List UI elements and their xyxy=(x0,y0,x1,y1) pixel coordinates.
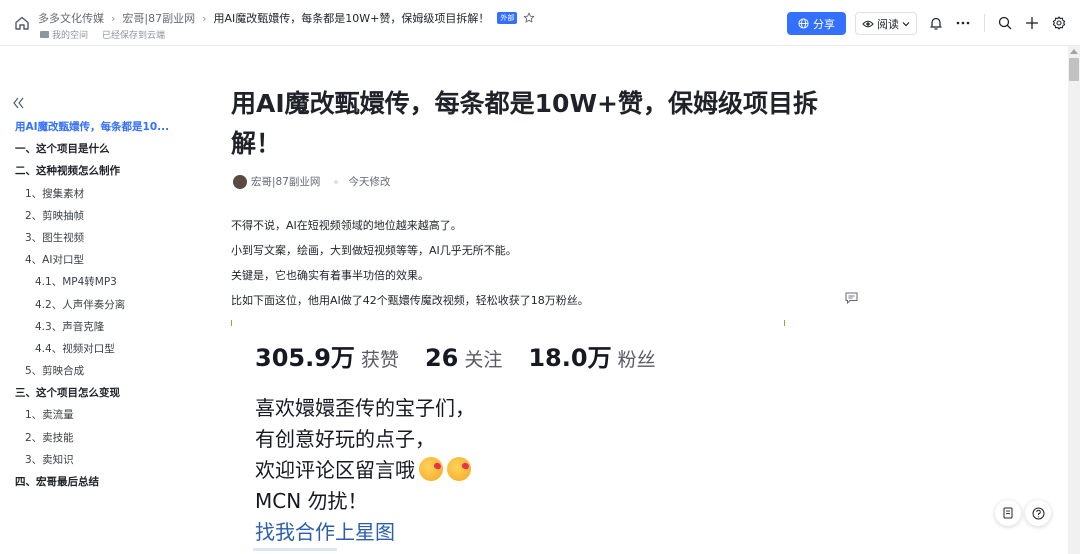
paragraph: 小到写文案，绘画，大到做短视频等等，AI几乎无所不能。 xyxy=(231,244,517,257)
toolbar-divider xyxy=(984,14,985,32)
toc-item[interactable]: 3、卖知识 xyxy=(0,449,190,471)
chevron-right-icon: › xyxy=(111,11,116,25)
toc-item[interactable]: 4、AI对口型 xyxy=(0,249,190,271)
breadcrumb-item-doc[interactable]: 用AI魔改甄嬛传，每条都是10W+赞，保姆级项目拆解！ xyxy=(214,10,490,26)
share-button-label: 分享 xyxy=(813,17,835,31)
meta-divider xyxy=(334,179,339,184)
table-of-contents: 用AI魔改甄嬛传，每条都是10... 一、这个项目是什么 二、这种视频怎么制作 1、搜… xyxy=(0,116,190,493)
breadcrumb-item-space[interactable]: 宏哥|87副业网 xyxy=(122,10,195,26)
image-resize-handle[interactable] xyxy=(231,320,232,326)
bio-line: 喜欢嬛嬛歪传的宝子们， xyxy=(255,396,475,420)
toc-item[interactable]: 4.4、视频对口型 xyxy=(0,338,190,360)
author-name[interactable]: 宏哥|87副业网 xyxy=(251,174,320,189)
doc-title: 用AI魔改甄嬛传，每条都是10W+赞，保姆级项目拆解！ xyxy=(231,89,818,158)
my-space-link[interactable]: 我的空间 xyxy=(52,28,88,41)
question-mark-icon xyxy=(1032,507,1044,519)
save-status: 已经保存到云端 xyxy=(102,31,166,41)
breadcrumb-item-org[interactable]: 多多文化传媒 xyxy=(38,10,104,26)
comment-icon[interactable] xyxy=(845,292,858,304)
likes-count: 305.9万 xyxy=(255,344,355,372)
toc-item[interactable]: 用AI魔改甄嬛传，每条都是10... xyxy=(0,116,190,138)
toc-item[interactable]: 4.3、声音克隆 xyxy=(0,316,190,338)
sub-breadcrumb: 我的空间 已经保存到云端 xyxy=(40,28,165,41)
settings-icon[interactable] xyxy=(1051,15,1067,31)
bio-link: 找我合作上星图 xyxy=(255,520,395,544)
following-count: 26 xyxy=(424,344,459,372)
breadcrumb: 多多文化传媒 › 宏哥|87副业网 › 用AI魔改甄嬛传，每条都是10W+赞，保… xyxy=(38,10,535,26)
toc-item[interactable]: 2、剪映抽帧 xyxy=(0,205,190,227)
scroll-up-arrow-icon[interactable] xyxy=(1070,49,1078,54)
avatar[interactable] xyxy=(233,174,247,189)
toc-item[interactable]: 一、这个项目是什么 xyxy=(0,138,190,160)
divider xyxy=(253,548,337,551)
toc-item[interactable]: 三、这个项目怎么变现 xyxy=(0,382,190,404)
bio-line-text: 欢迎评论区留言哦 xyxy=(255,458,415,482)
plus-icon[interactable] xyxy=(1024,15,1040,31)
toc-item[interactable]: 二、这种视频怎么制作 xyxy=(0,160,190,182)
chevron-right-icon: › xyxy=(202,11,207,25)
read-mode-dropdown[interactable]: 阅读 xyxy=(855,12,917,35)
bio-line: MCN 勿扰！ xyxy=(255,489,368,513)
kiss-emoji-icon xyxy=(447,457,471,481)
toc-item[interactable]: 1、卖流量 xyxy=(0,404,190,426)
top-bar: 多多文化传媒 › 宏哥|87副业网 › 用AI魔改甄嬛传，每条都是10W+赞，保… xyxy=(0,0,1080,46)
toc-item[interactable]: 1、搜集素材 xyxy=(0,183,190,205)
read-mode-label: 阅读 xyxy=(877,17,899,31)
bell-icon[interactable] xyxy=(928,15,944,31)
search-icon[interactable] xyxy=(997,15,1013,31)
collapse-sidebar-icon[interactable] xyxy=(12,96,26,110)
doc-outline-button[interactable] xyxy=(995,500,1021,526)
paragraph: 比如下面这位，他用AI做了42个甄嬛传魔改视频，轻松收获了18万粉丝。 xyxy=(231,294,589,307)
globe-icon xyxy=(798,18,809,29)
toc-item[interactable]: 3、图生视频 xyxy=(0,227,190,249)
profile-stats: 305.9万 获赞 26 关注 18.0万 粉丝 xyxy=(255,338,682,373)
toc-item[interactable]: 4.1、MP4转MP3 xyxy=(0,271,190,293)
author-row: 宏哥|87副业网 今天修改 xyxy=(233,174,390,189)
bio-line: 欢迎评论区留言哦 xyxy=(255,454,471,483)
toc-item[interactable]: 5、剪映合成 xyxy=(0,360,190,382)
followers-count: 18.0万 xyxy=(528,344,612,372)
modified-time: 今天修改 xyxy=(348,176,391,188)
document-icon xyxy=(1003,507,1013,519)
scrollbar-thumb[interactable] xyxy=(1069,58,1079,81)
help-button[interactable] xyxy=(1025,500,1051,526)
external-badge: 外部 xyxy=(497,12,518,24)
embedded-profile-screenshot[interactable]: 305.9万 获赞 26 关注 18.0万 粉丝 喜欢嬛嬛歪传的宝子们， 有创意… xyxy=(240,326,785,554)
more-icon[interactable] xyxy=(955,15,971,31)
star-icon[interactable] xyxy=(523,12,535,24)
toc-item[interactable]: 四、宏哥最后总结 xyxy=(0,471,190,493)
likes-label: 获赞 xyxy=(360,349,399,371)
scrollbar-track[interactable] xyxy=(1068,46,1080,554)
paragraph: 不得不说，AI在短视频领域的地位越来越高了。 xyxy=(231,219,462,232)
toc-item[interactable]: 2、卖技能 xyxy=(0,427,190,449)
followers-label: 粉丝 xyxy=(617,349,656,371)
paragraph: 关键是，它也确实有着事半功倍的效果。 xyxy=(231,269,429,282)
chevron-down-icon xyxy=(902,21,910,26)
eye-icon xyxy=(862,20,874,27)
home-icon[interactable] xyxy=(14,15,30,31)
kiss-emoji-icon xyxy=(419,457,443,481)
share-button[interactable]: 分享 xyxy=(787,12,846,35)
bio-line: 有创意好玩的点子， xyxy=(255,427,435,451)
toc-item[interactable]: 4.2、人声伴奏分离 xyxy=(0,294,190,316)
following-label: 关注 xyxy=(464,349,503,371)
folder-icon xyxy=(40,31,49,38)
